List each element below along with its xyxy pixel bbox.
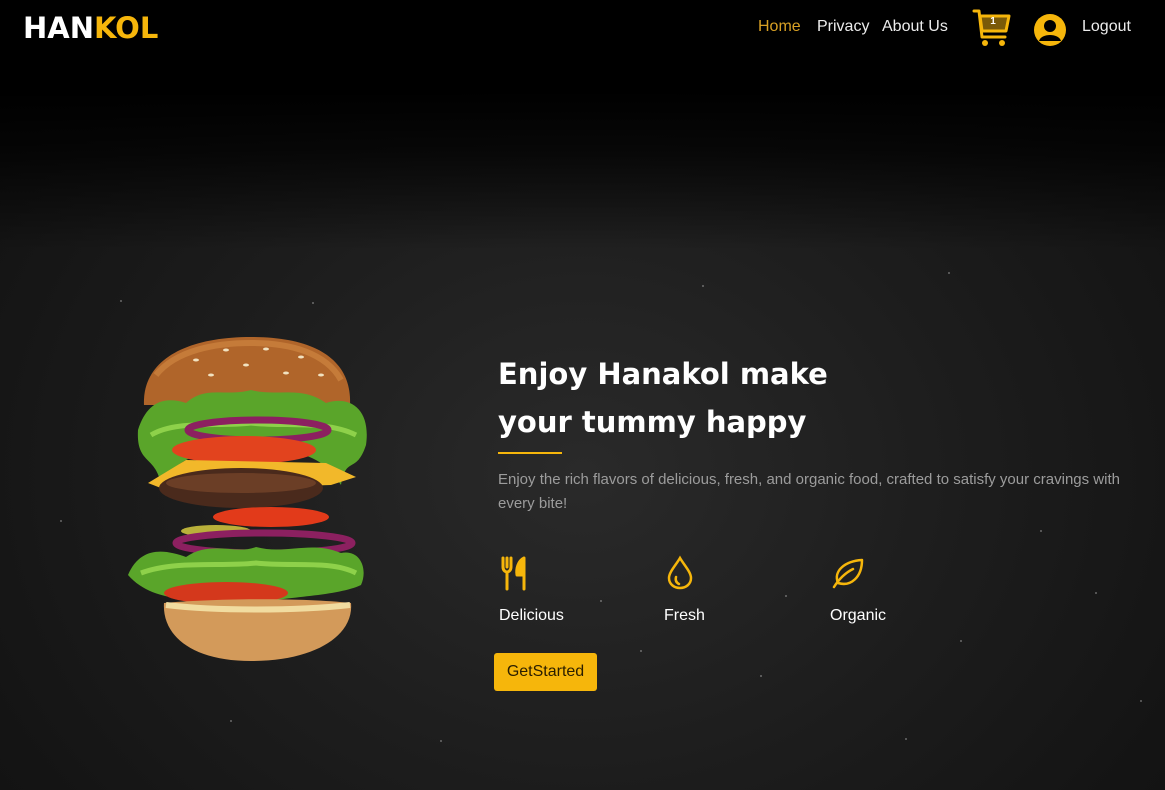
cart-icon — [972, 9, 1011, 46]
hero-title-line1: Enjoy Hanakol make — [498, 357, 828, 391]
feature-label-fresh: Fresh — [664, 607, 705, 624]
utensils-icon — [501, 556, 526, 591]
brand-logo-part2: KOL — [94, 11, 159, 45]
leaf-icon — [832, 558, 864, 589]
title-underline — [498, 452, 562, 454]
hero-subtitle: Enjoy the rich flavors of delicious, fre… — [498, 471, 1120, 512]
brand-logo[interactable]: HANKOL — [23, 11, 158, 45]
user-icon — [1034, 14, 1066, 46]
hero-title-line2: your tummy happy — [498, 405, 807, 439]
nav-link-privacy[interactable]: Privacy — [817, 18, 869, 36]
cart-button[interactable]: 1 — [971, 7, 1013, 49]
feature-delicious: Delicious — [499, 555, 619, 624]
feature-label-organic: Organic — [830, 607, 887, 624]
brand-logo-part1: HAN — [23, 11, 94, 45]
nav-link-home[interactable]: Home — [758, 18, 801, 36]
logout-link[interactable]: Logout — [1082, 18, 1131, 36]
cart-count-badge: 1 — [990, 16, 996, 27]
get-started-button[interactable]: GetStarted — [494, 653, 597, 691]
feature-fresh: Fresh — [664, 555, 785, 624]
nav-link-about-us[interactable]: About Us — [882, 18, 948, 36]
user-avatar-button[interactable] — [1033, 13, 1067, 47]
burger-image — [128, 337, 367, 661]
navbar: HANKOL Home Privacy About Us 1 Logout — [0, 0, 1165, 60]
feature-organic: Organic — [830, 555, 951, 624]
feature-label-delicious: Delicious — [499, 607, 564, 624]
hero-title: Enjoy Hanakol make your tummy happy — [498, 350, 898, 446]
droplet-icon — [667, 555, 693, 590]
